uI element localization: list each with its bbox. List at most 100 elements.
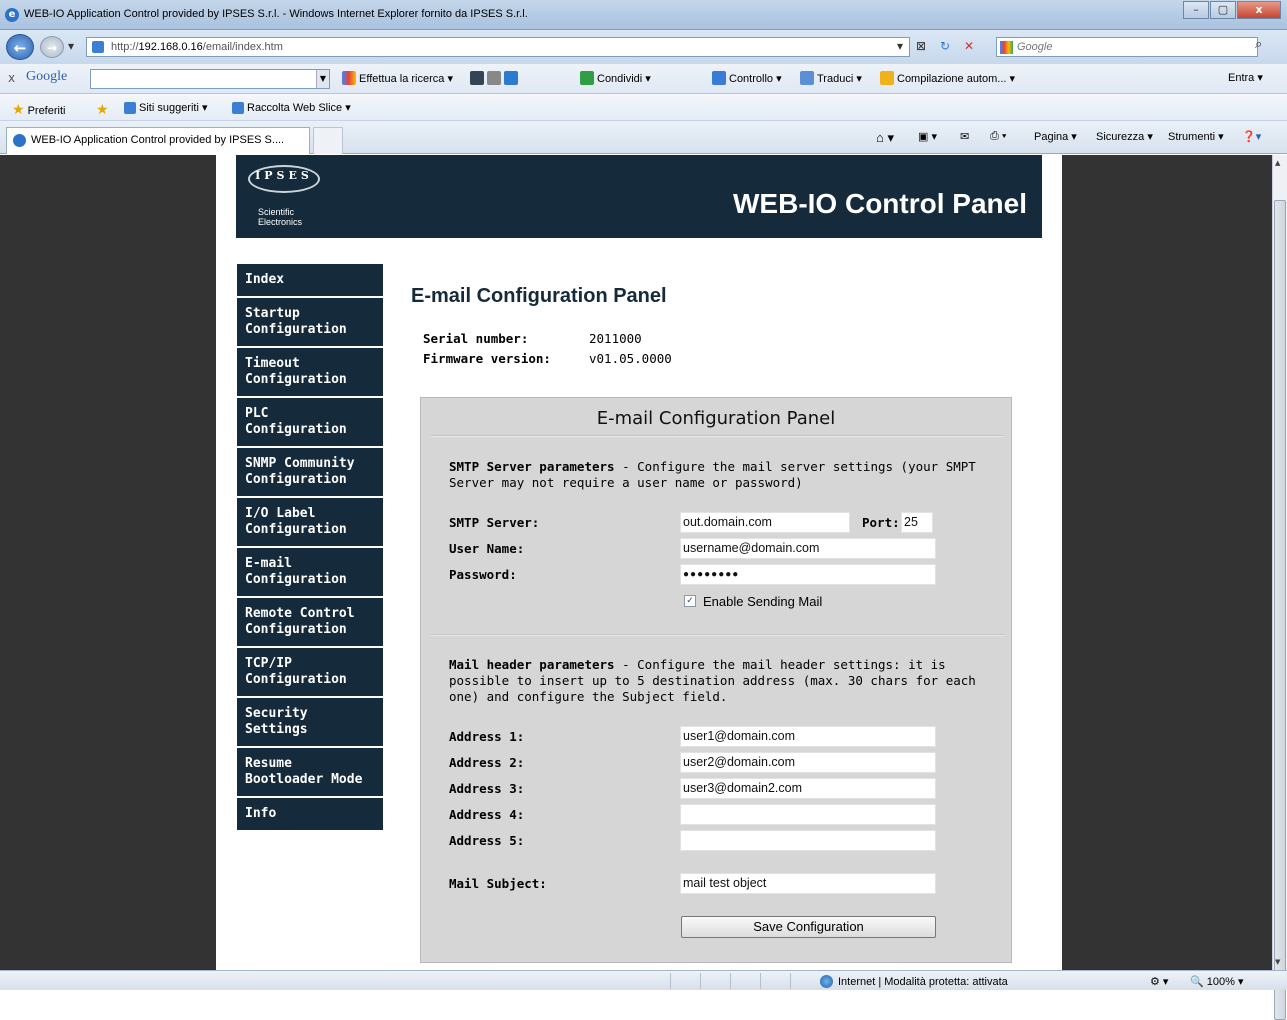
browser-viewport: IPSES Scientific Electronics WEB-IO Contr… <box>0 155 1272 970</box>
password-input[interactable]: ●●●●●●●● <box>680 564 936 585</box>
suggested-sites-link[interactable]: Siti suggeriti ▾ <box>124 101 208 114</box>
search-go-icon[interactable]: ⌕ <box>1255 37 1262 52</box>
header-description: Mail header parameters - Configure the m… <box>449 657 976 704</box>
web-page: IPSES Scientific Electronics WEB-IO Contr… <box>216 155 1062 970</box>
sidebar-nav: Index Startup Configuration Timeout Config… <box>237 264 383 832</box>
security-menu[interactable]: Sicurezza ▾ <box>1096 130 1153 143</box>
web-slice-link[interactable]: Raccolta Web Slice ▾ <box>232 101 351 114</box>
address4-input[interactable] <box>680 804 936 825</box>
close-button[interactable]: x <box>1237 1 1281 19</box>
mail-icon[interactable]: ✉ <box>960 130 969 143</box>
username-input[interactable]: username@domain.com <box>680 538 936 559</box>
nav-item-plc[interactable]: PLC Configuration <box>237 398 383 446</box>
toolbar-signin-button[interactable]: Entra ▾ <box>1228 71 1263 84</box>
toolbar-search-button[interactable]: Effettua la ricerca ▾ <box>342 71 453 85</box>
nav-item-bootloader[interactable]: Resume Bootloader Mode <box>237 748 383 796</box>
smtp-server-input[interactable]: out.domain.com <box>680 512 850 533</box>
print-icon[interactable]: ⎙ ▾ <box>990 130 1006 143</box>
tab-row: WEB-IO Application Control provided by I… <box>0 121 1287 154</box>
header-banner: IPSES Scientific Electronics WEB-IO Contr… <box>236 155 1042 238</box>
page-title: E-mail Configuration Panel <box>411 285 667 307</box>
google-search-input[interactable]: ▼ <box>90 69 330 89</box>
forward-button[interactable]: → <box>40 36 64 58</box>
zoom-control[interactable]: 🔍 100% ▾ <box>1190 975 1243 988</box>
toolbar-extra-icons[interactable] <box>470 71 521 85</box>
divider <box>431 435 1003 437</box>
address3-input[interactable]: user3@domain2.com <box>680 778 936 799</box>
nav-item-timeout[interactable]: Timeout Configuration <box>237 348 383 396</box>
ie-logo-icon: e <box>5 8 19 22</box>
home-icon[interactable]: ⌂ ▾ <box>876 130 894 146</box>
divider <box>431 634 1003 636</box>
panel-title: E-mail Configuration Panel <box>596 408 836 429</box>
scroll-up-icon[interactable]: ▲ <box>1275 159 1280 167</box>
address1-input[interactable]: user1@domain.com <box>680 726 936 747</box>
toolbar-translate-button[interactable]: Traduci ▾ <box>800 71 862 85</box>
protected-mode-icon[interactable]: ⚙ ▾ <box>1150 975 1168 988</box>
toolbar-autofill-button[interactable]: Compilazione autom... ▾ <box>880 71 1015 85</box>
port-label: Port: <box>862 515 900 530</box>
page-icon <box>92 41 104 53</box>
tab-active[interactable]: WEB-IO Application Control provided by I… <box>6 127 310 154</box>
address5-label: Address 5: <box>449 833 525 848</box>
firmware-value: v01.05.0000 <box>589 351 672 366</box>
save-configuration-button[interactable]: Save Configuration <box>681 916 936 938</box>
window-titlebar: e WEB-IO Application Control provided by… <box>0 0 1287 30</box>
address5-input[interactable] <box>680 830 936 851</box>
nav-item-info[interactable]: Info <box>237 798 383 830</box>
subject-input[interactable]: mail test object <box>680 873 936 894</box>
toolbar-share-button[interactable]: Condividi ▾ <box>580 71 651 85</box>
nav-item-startup[interactable]: Startup Configuration <box>237 298 383 346</box>
google-logo: Google <box>26 69 68 84</box>
nav-item-email[interactable]: E-mail Configuration <box>237 548 383 596</box>
ie-tab-icon <box>13 134 26 147</box>
ipses-logo: IPSES Scientific Electronics <box>244 159 326 229</box>
content-area: E-mail Configuration Panel <box>411 285 1051 308</box>
help-icon[interactable]: ❓▾ <box>1242 130 1261 143</box>
port-input[interactable]: 25 <box>901 512 933 533</box>
url-dropdown-icon[interactable]: ▾ <box>897 39 903 53</box>
search-input[interactable]: Google <box>996 37 1258 57</box>
new-tab-button[interactable] <box>313 127 343 154</box>
password-label: Password: <box>449 567 517 582</box>
page-menu[interactable]: Pagina ▾ <box>1034 130 1077 143</box>
history-dropdown-icon[interactable]: ▾ <box>68 39 74 53</box>
nav-item-index[interactable]: Index <box>237 264 383 296</box>
enable-sending-label: Enable Sending Mail <box>703 594 823 609</box>
google-toolbar: x Google ▼ Effettua la ricerca ▾ Condivi… <box>0 64 1287 94</box>
nav-item-tcpip[interactable]: TCP/IP Configuration <box>237 648 383 696</box>
firmware-label: Firmware version: <box>423 351 551 366</box>
window-controls: – ▢ x <box>1182 1 1281 19</box>
minimize-button[interactable]: – <box>1183 1 1209 19</box>
nav-item-snmp[interactable]: SNMP Community Configuration <box>237 448 383 496</box>
stop-icon[interactable]: ✕ <box>964 39 974 53</box>
subject-label: Mail Subject: <box>449 876 547 891</box>
refresh-icon[interactable]: ↻ <box>940 39 950 53</box>
vertical-scrollbar[interactable]: ▲ ▼ <box>1272 155 1287 1020</box>
url-input[interactable]: http://192.168.0.16/email/index.htm <box>86 37 910 57</box>
smtp-server-label: SMTP Server: <box>449 515 540 530</box>
address2-input[interactable]: user2@domain.com <box>680 752 936 773</box>
nav-item-io-label[interactable]: I/O Label Configuration <box>237 498 383 546</box>
nav-item-security[interactable]: Security Settings <box>237 698 383 746</box>
feeds-icon[interactable]: ▣ ▾ <box>918 130 937 143</box>
toolbar-spellcheck-button[interactable]: Controllo ▾ <box>712 71 782 85</box>
scrollbar-thumb[interactable] <box>1274 200 1286 1020</box>
add-favorite-icon[interactable]: ★ <box>96 101 112 118</box>
smtp-description: SMTP Server parameters - Configure the m… <box>449 459 976 490</box>
favorites-button[interactable]: ★ Preferiti <box>12 101 65 118</box>
nav-item-remote-control[interactable]: Remote Control Configuration <box>237 598 383 646</box>
address1-label: Address 1: <box>449 729 525 744</box>
scroll-down-icon[interactable]: ▼ <box>1275 958 1280 966</box>
toolbar-close-icon[interactable]: x <box>8 71 15 85</box>
back-button[interactable]: ← <box>6 34 34 60</box>
tools-menu[interactable]: Strumenti ▾ <box>1168 130 1224 143</box>
enable-sending-checkbox[interactable]: ✓ <box>684 595 696 607</box>
address2-label: Address 2: <box>449 755 525 770</box>
status-bar: Internet | Modalità protetta: attivata ⚙… <box>0 970 1287 990</box>
star-icon: ★ <box>12 101 25 117</box>
compatibility-view-icon[interactable]: ⊠ <box>916 39 926 53</box>
security-zone[interactable]: Internet | Modalità protetta: attivata <box>820 975 1008 988</box>
banner-title: WEB-IO Control Panel <box>733 188 1027 219</box>
maximize-button[interactable]: ▢ <box>1210 1 1236 19</box>
